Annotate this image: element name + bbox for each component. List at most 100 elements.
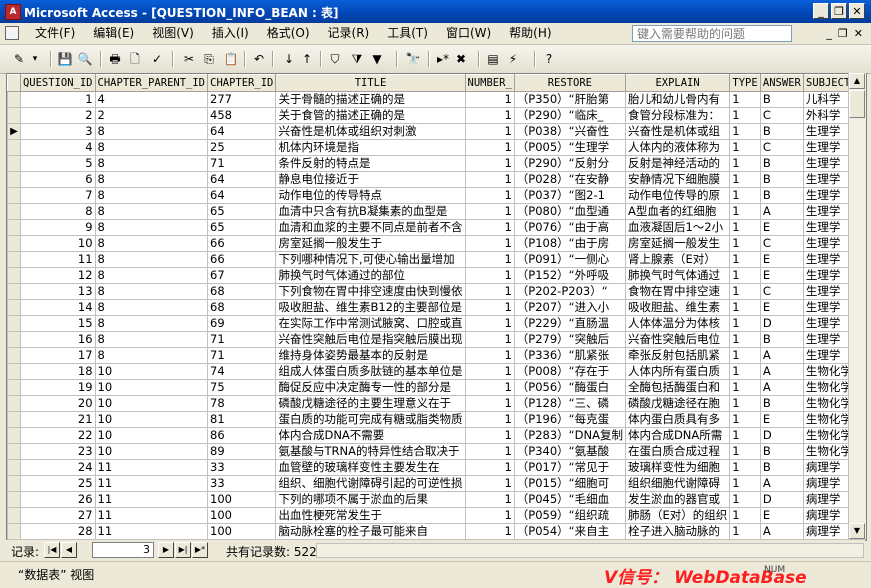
row-selector[interactable]: [7, 203, 21, 220]
cell-number[interactable]: 1: [464, 139, 515, 156]
cell-chapter-parent-id[interactable]: 11: [94, 459, 209, 476]
table-row[interactable]: 5 8 71 条件反射的特点是 1 （P290）“反射分 反射是神经活动的 1 B 生理学: [7, 155, 866, 172]
cell-restore[interactable]: （P059）“组织疏: [513, 507, 626, 524]
cell-answer[interactable]: E: [759, 267, 804, 284]
last-record-button[interactable]: ▶|: [175, 542, 191, 558]
cell-chapter-id[interactable]: 100: [207, 507, 277, 524]
cell-type[interactable]: 1: [729, 299, 761, 316]
horizontal-scrollbar[interactable]: [316, 543, 864, 558]
filter-by-selection-icon[interactable]: ⛉: [326, 50, 344, 68]
menu-tools[interactable]: 工具(T): [378, 26, 437, 41]
cell-number[interactable]: 1: [464, 395, 515, 412]
cell-answer[interactable]: E: [759, 219, 804, 236]
cell-answer[interactable]: D: [759, 491, 804, 508]
table-row[interactable]: 13 8 68 下列食物在胃中排空速度由快到慢依 1 （P202-P203）“ 食物在胃中排…: [7, 283, 866, 300]
cell-type[interactable]: 1: [729, 363, 761, 380]
cell-answer[interactable]: B: [759, 187, 804, 204]
row-selector[interactable]: [7, 491, 21, 508]
cell-question-id[interactable]: 9: [19, 219, 96, 236]
cell-question-id[interactable]: 15: [19, 315, 96, 332]
row-selector[interactable]: [7, 395, 21, 412]
new-record-icon[interactable]: ▸*: [434, 50, 452, 68]
cell-restore[interactable]: （P202-P203）“: [513, 283, 626, 300]
cell-answer[interactable]: A: [759, 523, 804, 540]
cell-number[interactable]: 1: [464, 443, 515, 460]
cell-chapter-parent-id[interactable]: 8: [94, 187, 209, 204]
cell-chapter-parent-id[interactable]: 8: [94, 267, 209, 284]
paste-icon[interactable]: 📋: [222, 50, 240, 68]
cell-type[interactable]: 1: [729, 267, 761, 284]
filter-by-form-icon[interactable]: ⧩: [348, 50, 366, 68]
cell-title[interactable]: 血清和血浆的主要不同点是前者不含: [275, 219, 466, 236]
cell-chapter-id[interactable]: 71: [207, 347, 277, 364]
cell-title[interactable]: 组成人体蛋白质多肽链的基本单位是: [275, 363, 466, 380]
row-selector[interactable]: [7, 91, 21, 108]
delete-record-icon[interactable]: ✖: [452, 50, 470, 68]
cell-answer[interactable]: E: [759, 299, 804, 316]
cell-chapter-id[interactable]: 64: [207, 171, 277, 188]
help-icon[interactable]: ?: [540, 50, 558, 68]
scroll-thumb[interactable]: [849, 90, 865, 118]
cell-question-id[interactable]: 17: [19, 347, 96, 364]
cell-answer[interactable]: B: [759, 331, 804, 348]
cell-restore[interactable]: （P279）“突触后: [513, 331, 626, 348]
cell-chapter-id[interactable]: 75: [207, 379, 277, 396]
table-row[interactable]: 27 11 100 出血性梗死常发生于 1 （P059）“组织疏 肺肠（E对）的组织 1 E 病理…: [7, 507, 866, 524]
column-header-type[interactable]: TYPE: [729, 74, 761, 92]
cell-question-id[interactable]: 3: [19, 123, 96, 140]
cell-chapter-parent-id[interactable]: 8: [94, 283, 209, 300]
table-row[interactable]: 24 11 33 血管壁的玻璃样变性主要发生在 1 （P017）“常见于 玻璃样变性为细胞 1…: [7, 459, 866, 476]
cell-type[interactable]: 1: [729, 107, 761, 124]
spelling-icon[interactable]: ✓: [148, 50, 166, 68]
cell-restore[interactable]: （P045）“毛细血: [513, 491, 626, 508]
cell-question-id[interactable]: 22: [19, 427, 96, 444]
cell-explain[interactable]: 吸收胆盐、维生素: [624, 299, 731, 316]
cell-chapter-id[interactable]: 65: [207, 219, 277, 236]
cell-chapter-parent-id[interactable]: 10: [94, 427, 209, 444]
cell-restore[interactable]: （P015）“细胞可: [513, 475, 626, 492]
table-row[interactable]: 4 8 25 机体内环境是指 1 （P005）“生理学 人体内的液体称为 1 C 生理学: [7, 139, 866, 156]
column-header-chapter-parent-id[interactable]: CHAPTER_PARENT_ID: [94, 74, 209, 92]
cell-chapter-id[interactable]: 100: [207, 491, 277, 508]
cell-explain[interactable]: 栓子进入脑动脉的: [624, 523, 731, 540]
cell-explain[interactable]: 兴奋性是机体或组: [624, 123, 731, 140]
row-selector[interactable]: [7, 171, 21, 188]
cell-explain[interactable]: 发生淤血的器官或: [624, 491, 731, 508]
cell-restore[interactable]: （P038）“兴奋性: [513, 123, 626, 140]
cell-number[interactable]: 1: [464, 491, 515, 508]
cell-number[interactable]: 1: [464, 507, 515, 524]
cell-chapter-parent-id[interactable]: 8: [94, 299, 209, 316]
cell-chapter-parent-id[interactable]: 11: [94, 475, 209, 492]
cell-type[interactable]: 1: [729, 379, 761, 396]
cell-type[interactable]: 1: [729, 139, 761, 156]
next-record-button[interactable]: ▶: [158, 542, 174, 558]
table-row[interactable]: 11 8 66 下列哪种情况下,可使心输出量增加 1 （P091）“一侧心 肾上腺素（E对）…: [7, 251, 866, 268]
cell-explain[interactable]: 体内合成DNA所需: [624, 427, 731, 444]
mdi-close-button[interactable]: ✕: [854, 27, 863, 40]
column-header-restore[interactable]: RESTORE: [513, 74, 626, 92]
table-row[interactable]: 16 8 71 兴奋性突触后电位是指突触后膜出现 1 （P279）“突触后 兴奋性突触后电位…: [7, 331, 866, 348]
first-record-button[interactable]: |◀: [44, 542, 60, 558]
row-selector[interactable]: [7, 347, 21, 364]
cell-answer[interactable]: B: [759, 459, 804, 476]
row-selector[interactable]: [7, 251, 21, 268]
table-row[interactable]: 7 8 64 动作电位的传导特点 1 （P037）“图2-1 动作电位传导的原 1 B 生理学: [7, 187, 866, 204]
cell-question-id[interactable]: 21: [19, 411, 96, 428]
help-question-input[interactable]: 键入需要帮助的问题: [632, 25, 792, 42]
cell-chapter-id[interactable]: 68: [207, 283, 277, 300]
cell-chapter-id[interactable]: 86: [207, 427, 277, 444]
cell-question-id[interactable]: 28: [19, 523, 96, 540]
cell-chapter-parent-id[interactable]: 10: [94, 363, 209, 380]
row-selector[interactable]: [7, 411, 21, 428]
table-row[interactable]: 23 10 89 氨基酸与TRNA的特异性结合取决于 1 （P340）“氨基酸 在蛋白质合成…: [7, 443, 866, 460]
cell-question-id[interactable]: 2: [19, 107, 96, 124]
cell-type[interactable]: 1: [729, 331, 761, 348]
row-selector[interactable]: [7, 379, 21, 396]
row-selector[interactable]: [7, 299, 21, 316]
row-selector[interactable]: [7, 331, 21, 348]
cell-restore[interactable]: （P037）“图2-1: [513, 187, 626, 204]
cell-explain[interactable]: 全酶包括酶蛋白和: [624, 379, 731, 396]
cell-number[interactable]: 1: [464, 107, 515, 124]
cell-chapter-parent-id[interactable]: 4: [94, 91, 209, 108]
cell-answer[interactable]: E: [759, 411, 804, 428]
